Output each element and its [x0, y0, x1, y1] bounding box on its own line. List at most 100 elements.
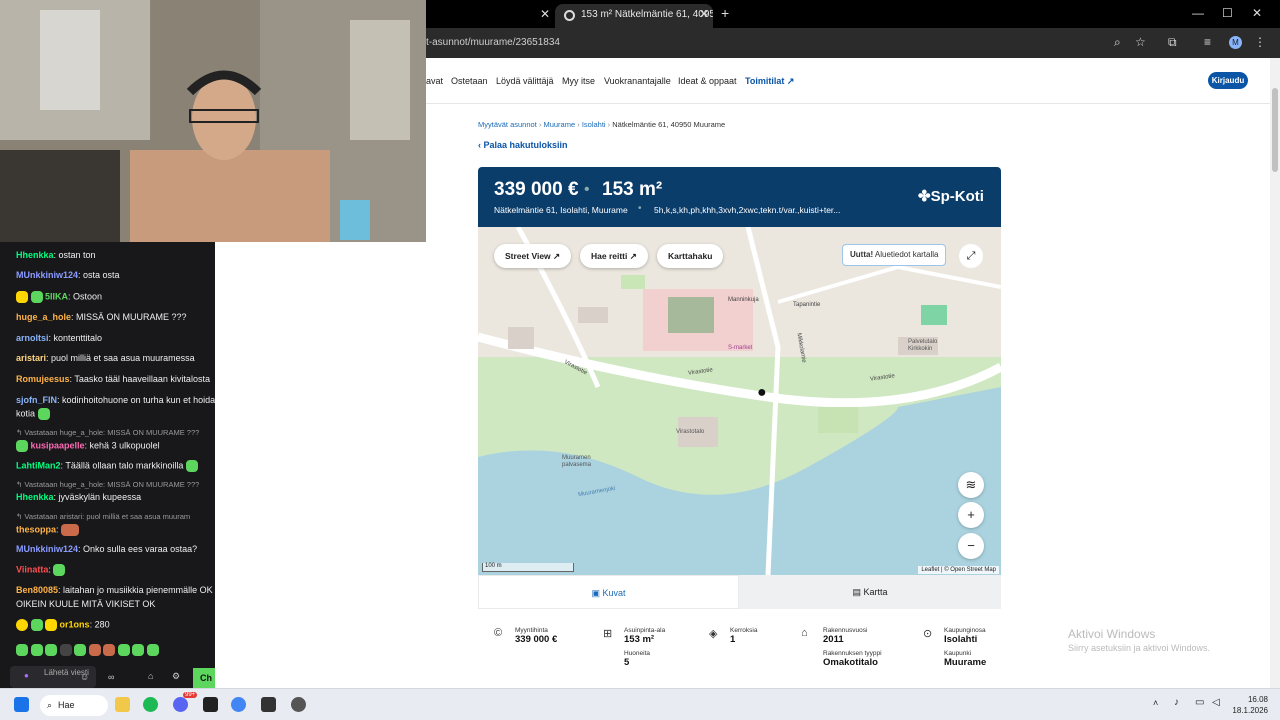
chat-message: arnoltsi: kontenttitalo — [16, 333, 103, 343]
nav-item-toimitilat[interactable]: Toimitilat ↗ — [745, 76, 794, 87]
profile-avatar[interactable]: M — [1229, 36, 1242, 49]
agency-logo: ✤Sp-Koti — [918, 188, 984, 205]
breadcrumb-link[interactable]: Myytävät asunnot — [478, 120, 537, 129]
app-rl-icon[interactable] — [261, 697, 276, 712]
fact-building-type: Rakennuksen tyyppi Omakotitalo — [823, 650, 882, 668]
chat-message-continued: OIKEIN KUULE MITÄ VIKISET OK — [16, 599, 156, 609]
tab-map[interactable]: ▤ Kartta — [739, 575, 1001, 609]
login-button[interactable]: Kirjaudu — [1208, 72, 1248, 89]
chrome-icon[interactable] — [231, 697, 246, 712]
nav-item-loyda-valittaja[interactable]: Löydä välittäjä — [496, 76, 554, 86]
street-view-button[interactable]: Street View ↗ — [494, 244, 572, 268]
nav-item-myytavat[interactable]: avat — [426, 76, 443, 86]
close-tab-icon[interactable]: ✕ — [540, 7, 550, 21]
listing-area: 153 m² — [602, 179, 663, 200]
breadcrumb-current: Nätkelmäntie 61, 40950 Muurame — [612, 120, 726, 129]
media-control-icon[interactable]: ≡ — [1204, 35, 1211, 49]
back-to-results-link[interactable]: ‹ Palaa hakutuloksiin — [478, 140, 568, 150]
minimize-icon[interactable]: — — [1192, 6, 1204, 20]
location-pin-icon: ⊙ — [923, 628, 933, 640]
breadcrumb-link[interactable]: Muurame — [543, 120, 575, 129]
map-search-button[interactable]: Karttahaku — [657, 244, 724, 268]
chat-reply-context: ↰ Vastataan aristari: puol milliä et saa… — [16, 512, 191, 521]
fact-city: Kaupunki Muurame — [944, 650, 987, 668]
url-field[interactable]: t-asunnot/muurame/23651834 — [426, 37, 560, 48]
windows-taskbar: ⌕ Hae 99+ ˄ ♪ ▭ ◁ 16.08 18.1.2026 — [0, 688, 1280, 720]
emote-icon — [59, 644, 72, 656]
chat-reply-context: ↰ Vastataan huge_a_hole: MISSÄ ON MUURAM… — [16, 428, 200, 437]
emote-icon — [30, 644, 43, 656]
euro-icon: © — [494, 627, 503, 639]
windows-activation-watermark: Aktivoi Windows Siirry asetuksiin ja akt… — [1068, 627, 1211, 653]
map-attribution[interactable]: Leaflet | © Open Street Map — [918, 566, 999, 574]
microphone-icon[interactable]: ♪ — [1174, 697, 1179, 708]
image-icon: ▣ — [591, 588, 603, 598]
new-tab-icon[interactable]: + — [721, 5, 729, 21]
nav-item-ostetaan[interactable]: Ostetaan — [451, 76, 488, 86]
volume-icon[interactable]: ◁ — [1212, 697, 1220, 708]
emote-icon — [132, 644, 145, 656]
tab-photos[interactable]: ▣ Kuvat — [478, 575, 739, 609]
extensions-icon[interactable]: ⧉ — [1168, 35, 1177, 50]
badge-icon — [45, 619, 58, 631]
zoom-out-button[interactable]: − — [958, 533, 984, 559]
chat-message-continued: kotia — [16, 408, 215, 420]
page-scrollbar[interactable] — [1270, 58, 1280, 688]
floorplan-icon: ⊞ — [603, 628, 613, 640]
site-navigation: avat Ostetaan Löydä välittäjä Myy itse V… — [426, 58, 1270, 104]
listing-price: 339 000 € — [494, 179, 579, 200]
map-place-label: S-market — [728, 345, 753, 351]
file-explorer-icon[interactable] — [115, 697, 130, 712]
emote-icon — [45, 644, 58, 656]
menu-kebab-icon[interactable]: ⋮ — [1254, 35, 1266, 49]
chat-message: LahtiMan2: Täällä ollaan talo markkinoil… — [16, 460, 215, 472]
new-feature-tooltip[interactable]: Uutta! Aluetiedot kartalla — [842, 244, 947, 266]
external-link-icon: ↗ — [629, 251, 637, 261]
system-clock[interactable]: 16.08 18.1.2026 — [1230, 694, 1268, 716]
chat-message: Hhenkka: ostan ton — [16, 250, 96, 260]
fact-district: Kaupunginosa Isolahti — [944, 627, 986, 645]
nav-item-vuokranantajalle[interactable]: Vuokranantajalle — [604, 76, 671, 86]
external-link-icon: ↗ — [786, 76, 795, 86]
location-pin-icon[interactable]: ● — [757, 384, 767, 402]
chevron-up-icon[interactable]: ˄ — [1153, 698, 1158, 708]
breadcrumb-link[interactable]: Isolahti — [582, 120, 606, 129]
fullscreen-icon[interactable]: ⤢ — [959, 244, 983, 268]
location-map[interactable]: Virastotie Virastotie Virastotie Mannink… — [478, 227, 1001, 575]
close-active-tab-icon[interactable]: ✕ — [699, 7, 709, 21]
emoji-icon[interactable]: ☺ — [80, 672, 89, 682]
discord-icon[interactable] — [173, 697, 188, 712]
close-window-icon[interactable]: ✕ — [1252, 6, 1262, 20]
search-icon: ⌕ — [47, 700, 53, 710]
layers-icon[interactable]: ≋ — [958, 472, 984, 498]
monitor-icon[interactable]: ▭ — [1195, 697, 1204, 708]
chat-message: Romujeesus: Taasko tääl haaveillaan kivi… — [16, 374, 210, 384]
tab-title: 153 m² Nätkelmäntie 61, 40950 — [581, 9, 713, 20]
windows-start-icon[interactable] — [14, 697, 29, 712]
chat-message: MUnkkiniw124: Onko sulla ees varaa ostaa… — [16, 544, 198, 554]
spotify-icon[interactable] — [143, 697, 158, 712]
nav-item-ideat-oppaat[interactable]: Ideat & oppaat — [678, 76, 737, 86]
nav-item-myy-itse[interactable]: Myy itse — [562, 76, 595, 86]
active-browser-tab[interactable]: 153 m² Nätkelmäntie 61, 40950 — [555, 4, 713, 28]
emote-icon — [61, 524, 80, 536]
store-icon[interactable]: ⌂ — [148, 671, 153, 681]
app-x-icon[interactable] — [203, 697, 218, 712]
badge-icon — [16, 291, 28, 303]
fact-floors: Kerroksia 1 — [730, 627, 758, 645]
route-button[interactable]: Hae reitti ↗ — [580, 244, 648, 268]
maximize-icon[interactable]: ☐ — [1222, 6, 1233, 20]
taskbar-search[interactable]: ⌕ Hae — [40, 695, 108, 716]
channel-points-icon[interactable]: ∞ — [108, 672, 114, 682]
chat-message: Viinatta: — [16, 564, 215, 576]
zoom-in-button[interactable]: + — [958, 502, 984, 528]
bookmark-star-icon[interactable]: ☆ — [1135, 35, 1146, 49]
webcam-overlay — [0, 0, 426, 242]
zoom-icon[interactable]: ⌕ — [1114, 35, 1121, 50]
scroll-thumb[interactable] — [1272, 88, 1278, 172]
emote-icon — [103, 644, 116, 656]
settings-gear-icon[interactable]: ⚙ — [172, 671, 180, 682]
chat-message: 5IIKA: Ostoon — [16, 291, 215, 303]
obs-icon[interactable] — [291, 697, 306, 712]
chat-send-button[interactable]: Ch — [193, 668, 215, 688]
